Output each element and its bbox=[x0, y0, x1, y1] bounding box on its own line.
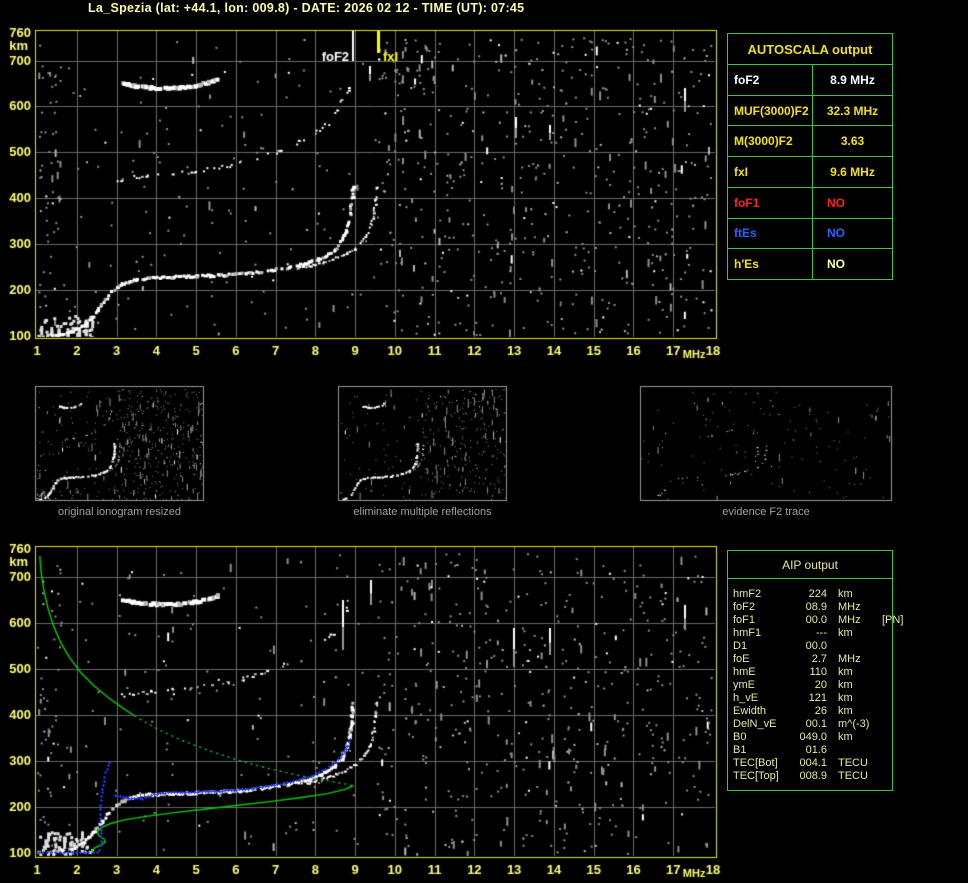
autoscala-row-value: NO bbox=[827, 195, 845, 210]
aip-row-name: TEC[Bot] bbox=[733, 757, 778, 769]
autoscala-row-value: 3.63 bbox=[840, 134, 865, 149]
aip-row-unit: km bbox=[838, 692, 853, 704]
autoscala-row-value: 9.6 MHz bbox=[830, 165, 875, 180]
aip-row-name: ymE bbox=[733, 679, 755, 691]
aip-row-name: foE bbox=[733, 653, 750, 665]
aip-row-value: 26 bbox=[814, 705, 827, 717]
aip-row-value: --- bbox=[816, 627, 827, 639]
aip-row-name: B1 bbox=[733, 744, 747, 756]
autoscala-row: fxI 9.6 MHz bbox=[728, 156, 892, 187]
aip-row-value: 01.6 bbox=[805, 744, 827, 756]
aip-row-name: foF2 bbox=[733, 601, 756, 613]
aip-row: hmF2 224 km bbox=[728, 588, 892, 601]
autoscala-row-value: NO bbox=[827, 257, 845, 272]
aip-row-unit: km bbox=[838, 705, 853, 717]
aip-row: DelN_vE 00.1 m^(-3) bbox=[728, 718, 892, 731]
autoscala-row-label: ftEs bbox=[728, 218, 813, 249]
aip-row-unit: MHz bbox=[838, 653, 861, 665]
aip-row-name: DelN_vE bbox=[733, 718, 777, 730]
aip-row-value: 049.0 bbox=[799, 731, 827, 743]
aip-row-value: 110 bbox=[809, 666, 827, 678]
aip-row-name: hmE bbox=[733, 666, 756, 678]
thumbnail-caption-original: original ionogram resized bbox=[58, 506, 181, 518]
aip-row-unit: km bbox=[838, 627, 853, 639]
thumbnail-caption-evidence: evidence F2 trace bbox=[722, 506, 810, 518]
autoscala-row: ftEs NO bbox=[728, 217, 892, 249]
autoscala-row-label: M(3000)F2 bbox=[728, 126, 813, 157]
autoscala-row-label: MUF(3000)F2 bbox=[728, 95, 813, 126]
autoscala-row: M(3000)F2 3.63 bbox=[728, 125, 892, 157]
autoscala-window: La_Spezia (lat: +44.1, lon: 009.8) - DAT… bbox=[0, 0, 968, 883]
aip-row-value: 121 bbox=[808, 692, 827, 704]
autoscala-row: foF2 8.9 MHz bbox=[728, 65, 892, 95]
aip-table-rows: hmF2 224 km foF2 08.9 MHz foF1 00.0 MHz [PN] hmF1 -… bbox=[728, 579, 903, 783]
aip-row-name: h_vE bbox=[733, 692, 759, 704]
aip-row: foE 2.7 MHz bbox=[728, 653, 892, 666]
aip-row: hmF1 --- km bbox=[728, 627, 892, 640]
autoscala-row-label: foF1 bbox=[728, 187, 813, 218]
aip-row-name: B0 bbox=[733, 731, 747, 743]
aip-row-name: hmF2 bbox=[733, 588, 762, 600]
aip-row-extra: [PN] bbox=[882, 614, 904, 626]
autoscala-row-label: h'Es bbox=[728, 249, 813, 280]
aip-row: B1 01.6 bbox=[728, 744, 892, 757]
autoscala-row-label: fxI bbox=[728, 157, 813, 187]
autoscala-output-table: AUTOSCALA output foF2 8.9 MHz MUF(3000)F2 3… bbox=[727, 33, 893, 280]
aip-row-value: 20 bbox=[814, 679, 827, 691]
aip-row: TEC[Top] 008.9 TECU bbox=[728, 770, 892, 783]
autoscala-table-title: AUTOSCALA output bbox=[728, 34, 892, 65]
aip-row-value: 08.9 bbox=[805, 601, 827, 613]
aip-row-value: 00.1 bbox=[805, 718, 827, 730]
aip-row-unit: MHz bbox=[838, 614, 861, 626]
aip-row-value: 224 bbox=[808, 588, 827, 600]
aip-row-unit: MHz bbox=[838, 601, 861, 613]
autoscala-table-rows: foF2 8.9 MHz MUF(3000)F2 32.3 MHz M(3000)F2 3… bbox=[728, 65, 892, 280]
station-title: La_Spezia (lat: +44.1, lon: 009.8) - DAT… bbox=[88, 1, 525, 15]
aip-output-table: AIP output hmF2 224 km foF2 08.9 MHz foF1 00.0 M… bbox=[727, 550, 903, 791]
aip-row-name: Ewidth bbox=[733, 705, 767, 717]
autoscala-row-value: 8.9 MHz bbox=[830, 72, 875, 87]
aip-row-value: 004.1 bbox=[799, 757, 827, 769]
thumbnail-caption-eliminate: eliminate multiple reflections bbox=[353, 506, 492, 518]
aip-row-value: 2.7 bbox=[811, 653, 827, 665]
aip-row: Ewidth 26 km bbox=[728, 705, 892, 718]
aip-row-unit: m^(-3) bbox=[838, 718, 870, 730]
aip-row-value: 00.0 bbox=[805, 614, 827, 626]
aip-row: TEC[Bot] 004.1 TECU bbox=[728, 757, 892, 770]
aip-row-value: 008.9 bbox=[799, 770, 827, 782]
aip-row-unit: TECU bbox=[838, 757, 868, 769]
autoscala-row-value: 32.3 MHz bbox=[826, 103, 879, 118]
aip-row-unit: km bbox=[838, 731, 853, 743]
aip-row-name: foF1 bbox=[733, 614, 756, 626]
aip-row: D1 00.0 bbox=[728, 640, 892, 653]
aip-row-unit: km bbox=[838, 588, 853, 600]
autoscala-row-label: foF2 bbox=[728, 65, 813, 95]
aip-table-title: AIP output bbox=[728, 551, 892, 579]
aip-row-value: 00.0 bbox=[805, 640, 827, 652]
aip-row: ymE 20 km bbox=[728, 679, 892, 692]
autoscala-row: MUF(3000)F2 32.3 MHz bbox=[728, 94, 892, 126]
autoscala-row-value: NO bbox=[827, 226, 845, 241]
aip-row: h_vE 121 km bbox=[728, 692, 892, 705]
aip-row: hmE 110 km bbox=[728, 666, 892, 679]
aip-row-unit: km bbox=[838, 666, 853, 678]
autoscala-row: foF1 NO bbox=[728, 186, 892, 218]
aip-row-unit: TECU bbox=[838, 770, 868, 782]
aip-row: foF1 00.0 MHz [PN] bbox=[728, 614, 903, 627]
aip-row-unit: km bbox=[838, 679, 853, 691]
aip-row: B0 049.0 km bbox=[728, 731, 892, 744]
aip-row-name: TEC[Top] bbox=[733, 770, 779, 782]
aip-row-name: D1 bbox=[733, 640, 748, 652]
aip-row: foF2 08.9 MHz bbox=[728, 601, 892, 614]
autoscala-row: h'Es NO bbox=[728, 248, 892, 280]
aip-row-name: hmF1 bbox=[733, 627, 762, 639]
